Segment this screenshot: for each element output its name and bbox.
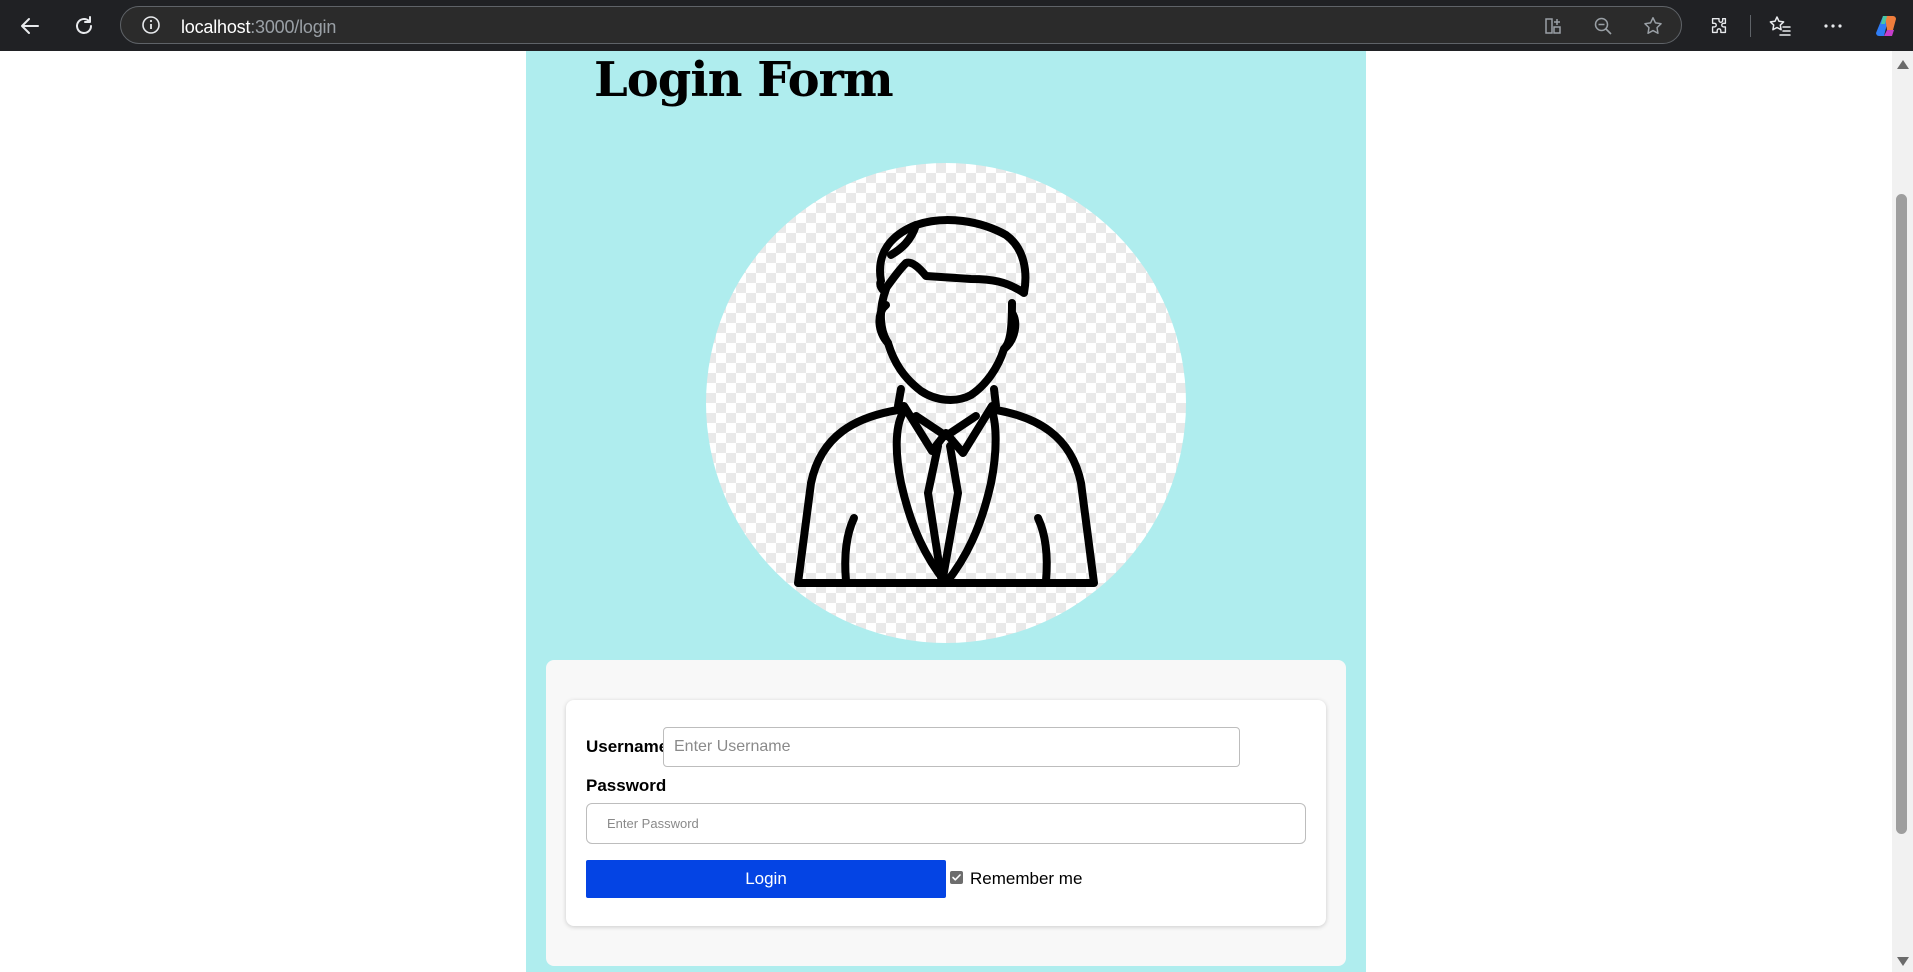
app-available-icon[interactable] (1541, 14, 1565, 38)
info-icon[interactable] (141, 15, 161, 35)
refresh-icon[interactable] (66, 10, 102, 41)
address-bar[interactable]: localhost:3000/login (120, 6, 1682, 44)
star-icon[interactable] (1641, 14, 1665, 38)
copilot-icon[interactable] (1874, 13, 1900, 39)
zoom-out-icon[interactable] (1591, 14, 1615, 38)
username-input[interactable] (663, 727, 1240, 767)
browser-toolbar: localhost:3000/login (0, 0, 1913, 51)
login-button[interactable]: Login (586, 860, 946, 898)
url-text[interactable]: localhost:3000/login (181, 17, 336, 38)
favorites-icon[interactable] (1767, 13, 1793, 39)
page-title: Login Form (594, 52, 894, 108)
scrollbar-thumb[interactable] (1896, 194, 1907, 834)
scroll-down-icon[interactable] (1897, 957, 1909, 966)
password-label: Password (586, 776, 667, 795)
extensions-icon[interactable] (1706, 13, 1732, 39)
more-icon[interactable] (1820, 13, 1846, 39)
checkmark-icon (952, 874, 961, 881)
username-label: Username (586, 737, 669, 756)
url-host: localhost (181, 17, 251, 37)
url-path: :3000/login (250, 17, 337, 37)
back-arrow-icon[interactable] (12, 10, 48, 41)
scroll-up-icon[interactable] (1897, 60, 1909, 69)
remember-me-label[interactable]: Remember me (970, 869, 1082, 889)
toolbar-separator (1750, 15, 1751, 37)
avatar (706, 163, 1186, 643)
remember-me-checkbox[interactable] (950, 871, 963, 884)
password-input[interactable] (586, 803, 1306, 844)
person-in-suit-icon (794, 216, 1098, 587)
